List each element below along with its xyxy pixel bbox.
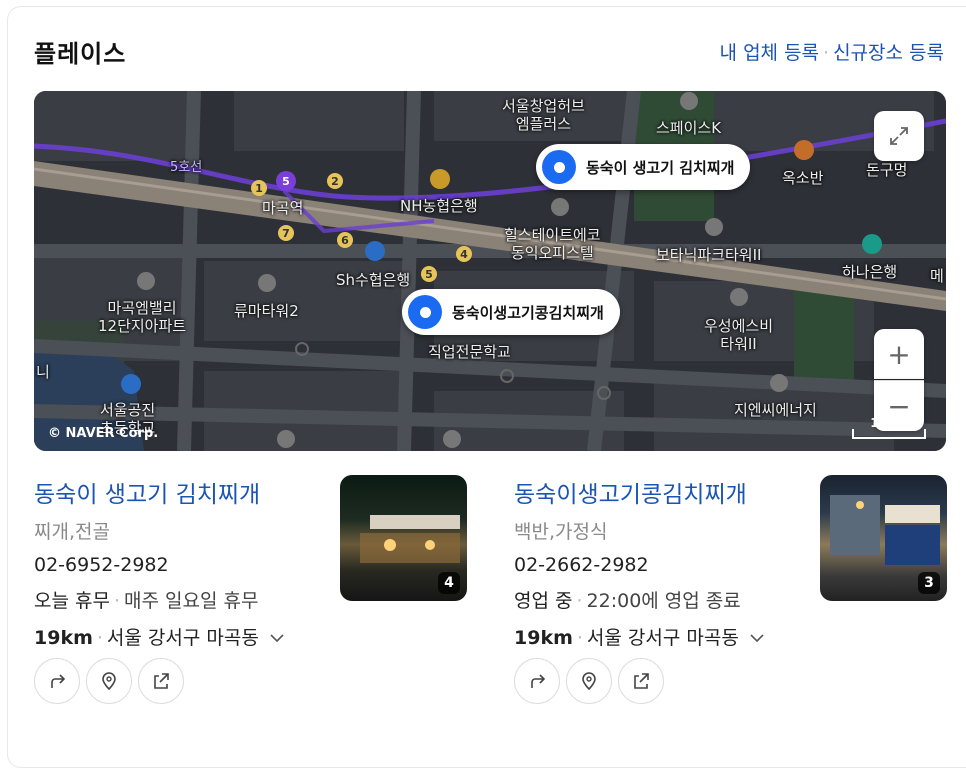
directions-icon bbox=[531, 674, 546, 688]
place-name-link[interactable]: 동숙이 생고기 김치찌개 bbox=[34, 475, 285, 509]
place-hours: 영업 중 · 22:00에 영업 종료 bbox=[514, 590, 741, 612]
svg-text:5: 5 bbox=[282, 175, 290, 188]
place-phone: 02-2662-2982 bbox=[514, 554, 649, 576]
map-pin-place-1[interactable]: 동숙이 생고기 김치찌개 bbox=[536, 144, 751, 190]
directions-button[interactable] bbox=[514, 658, 560, 704]
place-photo[interactable]: 3 bbox=[820, 475, 947, 601]
map-label-hillstate: 힐스테이트에코 동익오피스텔 bbox=[504, 226, 601, 262]
map-label-dongumeong: 돈구멍 bbox=[866, 161, 908, 179]
map-label-mvalley: 마곡엠밸리 12단지아파트 bbox=[98, 299, 187, 335]
map-label-magok-station: 마곡역 bbox=[262, 199, 304, 217]
share-icon bbox=[154, 673, 169, 689]
svg-text:2: 2 bbox=[331, 175, 339, 188]
map-label-gnc-energy: 지엔씨에너지 bbox=[734, 401, 817, 419]
map-label-mplus: 서울창업허브 엠플러스 bbox=[502, 97, 585, 133]
photo-count-badge: 3 bbox=[918, 572, 940, 594]
map-view[interactable]: 1 5 2 7 6 4 5 서울창업허브 엠플러스 스페이스K 5호선 마곡역 … bbox=[34, 91, 946, 451]
map-scale: 100m bbox=[852, 417, 926, 439]
svg-text:6: 6 bbox=[341, 234, 349, 247]
location-pin-icon bbox=[408, 295, 442, 329]
place-photo[interactable]: 4 bbox=[340, 475, 467, 601]
map-label-ryuma-tower: 류마타워2 bbox=[234, 302, 299, 320]
svg-text:7: 7 bbox=[282, 227, 290, 240]
save-place-button[interactable] bbox=[86, 658, 132, 704]
location-pin-icon bbox=[542, 150, 576, 184]
map-label-nh-bank: NH농협은행 bbox=[400, 197, 478, 215]
place-name-link[interactable]: 동숙이생고기콩김치찌개 bbox=[514, 475, 765, 509]
photo-count-badge: 4 bbox=[438, 572, 460, 594]
location-pin-icon bbox=[102, 672, 116, 691]
map-label-spacek: 스페이스K bbox=[656, 119, 722, 137]
directions-button[interactable] bbox=[34, 658, 80, 704]
place-category: 찌개,전골 bbox=[34, 521, 110, 543]
share-icon bbox=[634, 673, 649, 689]
chevron-down-icon bbox=[270, 634, 284, 643]
map-copyright: © NAVER Corp. bbox=[48, 426, 159, 441]
place-location[interactable]: 19km · 서울 강서구 마곡동 bbox=[514, 623, 765, 650]
svg-text:4: 4 bbox=[460, 248, 468, 261]
map-label-vocational-school: 직업전문학교 bbox=[428, 343, 511, 361]
place-location[interactable]: 19km · 서울 강서구 마곡동 bbox=[34, 623, 285, 650]
register-business-link[interactable]: 내 업체 등록 bbox=[720, 42, 819, 64]
map-label-botanic-tower: 보타닉파크타워II bbox=[656, 246, 762, 264]
expand-map-button[interactable] bbox=[874, 111, 924, 161]
share-button[interactable] bbox=[618, 658, 664, 704]
place-item: 동숙이 생고기 김치찌개 찌개,전골 02-6952-2982 오늘 휴무 · 매주… bbox=[34, 475, 285, 650]
place-phone: 02-6952-2982 bbox=[34, 554, 169, 576]
directions-icon bbox=[51, 674, 66, 688]
svg-text:1: 1 bbox=[255, 182, 263, 195]
new-place-link[interactable]: 신규장소 등록 bbox=[833, 42, 944, 64]
place-category: 백반,가정식 bbox=[514, 521, 608, 543]
map-label-hana-bank: 하나은행 bbox=[842, 263, 898, 281]
place-actions bbox=[34, 658, 184, 704]
location-pin-icon bbox=[582, 672, 596, 691]
map-label-oksoban: 옥소반 bbox=[782, 169, 824, 187]
place-hours: 오늘 휴무 · 매주 일요일 휴무 bbox=[34, 590, 259, 612]
map-label-line5: 5호선 bbox=[170, 160, 203, 175]
place-actions bbox=[514, 658, 664, 704]
zoom-in-button[interactable]: + bbox=[874, 329, 924, 379]
map-label-edge: 메 bbox=[930, 267, 944, 285]
expand-icon bbox=[890, 127, 908, 145]
map-pin-place-2[interactable]: 동숙이생고기콩김치찌개 bbox=[402, 289, 620, 335]
header-links: 내 업체 등록 · 신규장소 등록 bbox=[719, 42, 944, 64]
map-label-woosung: 우성에스비 타워II bbox=[704, 317, 774, 353]
chevron-down-icon bbox=[750, 634, 764, 643]
save-place-button[interactable] bbox=[566, 658, 612, 704]
place-item: 동숙이생고기콩김치찌개 백반,가정식 02-2662-2982 영업 중 · 22:… bbox=[514, 475, 765, 650]
share-button[interactable] bbox=[138, 658, 184, 704]
section-title: 플레이스 bbox=[34, 40, 127, 68]
svg-text:5: 5 bbox=[425, 268, 433, 281]
map-label-edge-left: 니 bbox=[36, 363, 50, 381]
map-canvas: 1 5 2 7 6 4 5 bbox=[34, 91, 946, 451]
map-label-sh-bank: Sh수협은행 bbox=[336, 271, 411, 289]
